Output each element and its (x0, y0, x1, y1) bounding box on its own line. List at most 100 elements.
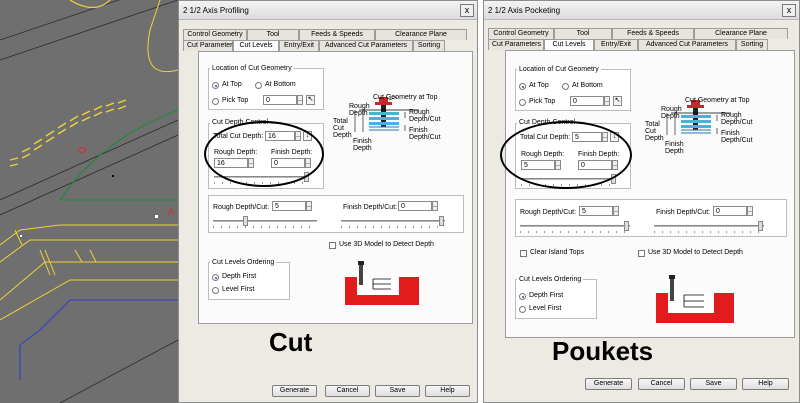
rough-per-cut-field[interactable]: 5 (579, 206, 613, 216)
location-title: Location of Cut Geometry (210, 65, 294, 72)
at-bottom-radio[interactable] (562, 83, 569, 90)
pick-top-spinner[interactable] (604, 96, 610, 106)
tab-control-geometry[interactable]: Control Geometry (183, 29, 247, 40)
pick-top-field[interactable]: 0 (263, 95, 297, 105)
cut-levels-page: Location of Cut Geometry At Top At Botto… (198, 51, 473, 324)
pocketing-titlebar: 2 1/2 Axis Pocketing x (484, 1, 799, 20)
use-3d-checkbox[interactable] (638, 250, 645, 257)
tab-sorting[interactable]: Sorting (736, 39, 768, 50)
finish-per-cut-spinner[interactable] (432, 201, 438, 211)
tab-clearance-plane[interactable]: Clearance Plane (694, 28, 788, 39)
finish-depth-diagram-label: Finish Depth (353, 138, 372, 152)
tab-entry-exit[interactable]: Entry/Exit (279, 40, 319, 51)
level-first-radio[interactable] (212, 287, 219, 294)
use-3d-label: Use 3D Model to Detect Depth (339, 241, 434, 248)
at-top-label: At Top (222, 81, 242, 88)
close-icon[interactable]: x (460, 3, 474, 17)
ordering-title: Cut Levels Ordering (517, 276, 584, 283)
tab-row-front: Cut Parameters Cut Levels Entry/Exit Adv… (183, 40, 445, 51)
rough-per-cut-slider[interactable] (520, 221, 630, 233)
rough-depth-cut-diagram-label: Rough Depth/Cut (409, 109, 441, 123)
finish-per-cut-field[interactable]: 0 (398, 201, 432, 211)
pick-top-field[interactable]: 0 (570, 96, 604, 106)
pick-top-radio[interactable] (519, 99, 526, 106)
pocketing-dialog: 2 1/2 Axis Pocketing x Control Geometry … (483, 0, 800, 403)
finish-per-cut-field[interactable]: 0 (713, 206, 747, 216)
profiling-dialog: 2 1/2 Axis Profiling x Control Geometry … (178, 0, 478, 403)
tab-cut-parameters[interactable]: Cut Parameters (488, 39, 544, 50)
finish-per-cut-slider[interactable] (654, 221, 764, 233)
tab-advanced-cut-parameters[interactable]: Advanced Cut Parameters (319, 40, 413, 51)
location-title: Location of Cut Geometry (517, 66, 601, 73)
caption-cut: Cut (269, 327, 313, 357)
tab-clearance-plane[interactable]: Clearance Plane (375, 29, 467, 40)
tab-sorting[interactable]: Sorting (413, 40, 445, 51)
profiling-titlebar: 2 1/2 Axis Profiling x (179, 1, 477, 20)
at-top-label: At Top (529, 82, 549, 89)
tab-feeds-speeds[interactable]: Feeds & Speeds (612, 28, 694, 39)
tab-control-geometry[interactable]: Control Geometry (488, 28, 554, 39)
at-top-radio[interactable] (212, 82, 219, 89)
level-first-label: Level First (222, 286, 255, 293)
depth-first-label: Depth First (222, 273, 257, 280)
ordering-title: Cut Levels Ordering (210, 259, 277, 266)
rough-per-cut-label: Rough Depth/Cut: (213, 204, 270, 211)
at-bottom-radio[interactable] (255, 82, 262, 89)
tab-entry-exit[interactable]: Entry/Exit (594, 39, 638, 50)
tab-row-front: Cut Parameters Cut Levels Entry/Exit Adv… (488, 39, 768, 50)
rough-per-cut-slider[interactable] (213, 216, 317, 228)
tab-cut-levels[interactable]: Cut Levels (544, 39, 594, 50)
at-bottom-label: At Bottom (265, 81, 296, 88)
rough-depth-cut-diagram-label: Rough Depth/Cut (721, 112, 753, 126)
cad-viewport[interactable] (0, 0, 178, 403)
level-first-label: Level First (529, 305, 562, 312)
tab-cut-levels[interactable]: Cut Levels (233, 40, 279, 51)
ordering-group (515, 279, 597, 319)
dialog-title: 2 1/2 Axis Pocketing (488, 5, 561, 15)
highlight-ellipse (204, 121, 324, 187)
cancel-button[interactable]: Cancel (638, 378, 685, 390)
rough-per-cut-spinner[interactable] (306, 201, 312, 211)
level-first-radio[interactable] (519, 306, 526, 313)
depth-first-radio[interactable] (212, 274, 219, 281)
tab-tool[interactable]: Tool (247, 29, 299, 40)
tab-cut-parameters[interactable]: Cut Parameters (183, 40, 236, 51)
finish-per-cut-slider[interactable] (341, 216, 445, 228)
rough-per-cut-field[interactable]: 5 (272, 201, 306, 211)
at-bottom-label: At Bottom (572, 82, 603, 89)
ordering-diagram (656, 275, 734, 323)
generate-button[interactable]: Generate (585, 378, 632, 390)
at-top-radio[interactable] (519, 83, 526, 90)
total-depth-diagram-label: Total Cut Depth (333, 118, 352, 139)
rough-per-cut-spinner[interactable] (613, 206, 619, 216)
toolpath-drawing (0, 0, 178, 403)
depth-first-label: Depth First (529, 292, 564, 299)
finish-depth-diagram-label: Finish Depth (665, 141, 684, 155)
tab-advanced-cut-parameters[interactable]: Advanced Cut Parameters (638, 39, 736, 50)
rough-depth-diagram-label: Rough Depth (661, 106, 682, 120)
pick-top-spinner[interactable] (297, 95, 303, 105)
finish-per-cut-spinner[interactable] (747, 206, 753, 216)
clear-island-tops-checkbox[interactable] (520, 250, 527, 257)
total-depth-diagram-label: Total Cut Depth (645, 121, 664, 142)
save-button[interactable]: Save (690, 378, 737, 390)
help-button[interactable]: Help (425, 385, 470, 397)
use-3d-checkbox[interactable] (329, 242, 336, 249)
caption-pockets: Poukets (552, 336, 654, 366)
generate-button[interactable]: Generate (272, 385, 317, 397)
save-button[interactable]: Save (375, 385, 420, 397)
depth-first-radio[interactable] (519, 293, 526, 300)
pick-cursor-icon[interactable]: ↖ (306, 95, 315, 105)
cancel-button[interactable]: Cancel (325, 385, 370, 397)
tab-feeds-speeds[interactable]: Feeds & Speeds (299, 29, 375, 40)
clear-island-tops-label: Clear Island Tops (530, 249, 584, 256)
help-button[interactable]: Help (742, 378, 789, 390)
ordering-diagram (345, 261, 419, 305)
finish-per-cut-label: Finish Depth/Cut: (656, 209, 711, 216)
pick-top-radio[interactable] (212, 98, 219, 105)
pick-cursor-icon[interactable]: ↖ (613, 96, 622, 106)
rough-depth-diagram-label: Rough Depth (349, 103, 370, 117)
ordering-group (208, 262, 290, 300)
tab-tool[interactable]: Tool (554, 28, 612, 39)
close-icon[interactable]: x (782, 3, 796, 17)
